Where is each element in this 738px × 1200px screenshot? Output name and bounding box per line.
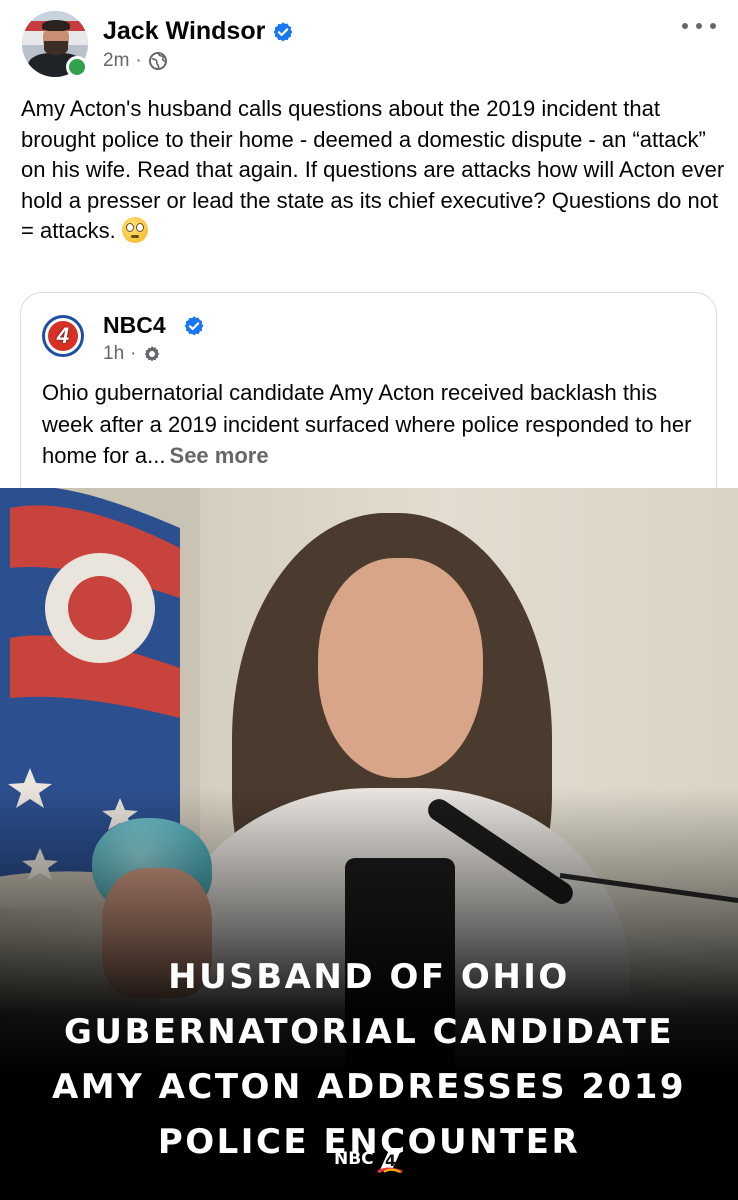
shared-post-timestamp[interactable]: 1h: [103, 343, 124, 365]
more-dot: [696, 23, 702, 29]
shared-post-meta: 1h ·: [103, 343, 162, 365]
shared-post-text-body: Ohio gubernatorial candidate Amy Acton r…: [42, 380, 692, 468]
face-with-rolling-eyes-emoji-icon: [121, 217, 148, 243]
nbc4-logo-number: 4: [56, 323, 70, 348]
more-dot: [710, 23, 716, 29]
verified-badge-icon: [273, 22, 293, 42]
post-body: Amy Acton's husband calls questions abou…: [21, 94, 727, 247]
shared-page-name-text[interactable]: NBC4: [103, 312, 166, 338]
watermark-text: NBC: [334, 1149, 374, 1169]
nbc4-logo[interactable]: 4: [42, 315, 84, 357]
meta-separator: ·: [135, 50, 142, 71]
emoji-mouth: [130, 235, 139, 238]
nbc4-peacock-logo-icon: 4: [376, 1148, 403, 1174]
avatar-hair: [42, 20, 70, 31]
see-more-link[interactable]: See more: [170, 443, 269, 468]
post-header: Jack Windsor 2m ·: [0, 0, 738, 90]
shared-page-name[interactable]: NBC4: [103, 311, 166, 339]
shared-post-image[interactable]: HUSBAND OF OHIO GUBERNATORIAL CANDIDATE …: [0, 488, 738, 1200]
avatar-beard: [44, 41, 68, 55]
person-face: [318, 558, 483, 778]
gear-icon: [145, 346, 160, 362]
image-headline: HUSBAND OF OHIO GUBERNATORIAL CANDIDATE …: [0, 950, 738, 1170]
post-timestamp[interactable]: 2m: [103, 49, 129, 73]
online-status-indicator: [66, 56, 88, 78]
globe-icon: [148, 52, 167, 70]
headline-line: AMY ACTON ADDRESSES 2019: [51, 1067, 687, 1107]
post-meta: 2m ·: [103, 49, 168, 73]
more-dot: [682, 23, 688, 29]
meta-separator: ·: [130, 343, 137, 364]
author-name[interactable]: Jack Windsor: [103, 16, 265, 46]
shared-post-text: Ohio gubernatorial candidate Amy Acton r…: [42, 377, 702, 472]
watermark-badge-number: 4: [385, 1151, 396, 1170]
shared-post-card[interactable]: 4 NBC4 1h · Ohio gubernatorial candidate…: [20, 292, 717, 488]
headline-line: GUBERNATORIAL CANDIDATE: [63, 1012, 675, 1052]
author-name-text[interactable]: Jack Windsor: [103, 17, 265, 45]
verified-badge-icon: [184, 316, 204, 336]
headline-line: HUSBAND OF OHIO: [168, 957, 570, 997]
more-options-button[interactable]: [682, 14, 716, 38]
nbc4-watermark: NBC 4: [334, 1143, 406, 1175]
